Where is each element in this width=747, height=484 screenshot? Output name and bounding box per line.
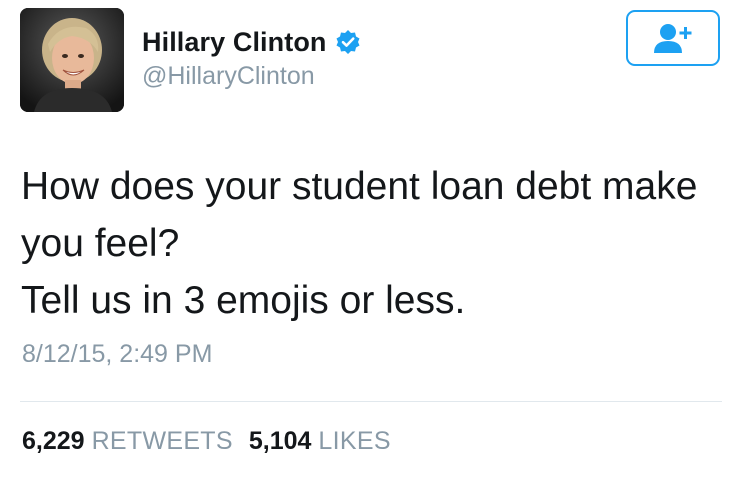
retweets-count: 6,229: [22, 427, 85, 455]
tweet-text-line: Tell us in 3 emojis or less.: [21, 279, 466, 322]
tweet-text: How does your student loan debt make you…: [21, 158, 731, 329]
follow-user-icon: [654, 24, 692, 53]
tweet-text-line: you feel?: [21, 222, 180, 265]
tweet-card: Hillary Clinton @HillaryClinton How does…: [0, 0, 747, 484]
tweet-timestamp[interactable]: 8/12/15, 2:49 PM: [22, 340, 212, 369]
author-name-row: Hillary Clinton: [142, 24, 361, 60]
tweet-text-line: How does your student loan debt make: [21, 165, 698, 208]
likes-label: LIKES: [318, 427, 391, 455]
author-name[interactable]: Hillary Clinton: [142, 27, 327, 58]
retweets-stat[interactable]: 6,229 RETWEETS: [22, 427, 233, 456]
likes-count: 5,104: [248, 427, 312, 455]
likes-stat[interactable]: 5,104 LIKES: [249, 427, 391, 456]
avatar-image: [20, 8, 124, 112]
author-info: Hillary Clinton @HillaryClinton: [142, 24, 361, 91]
avatar[interactable]: [20, 8, 124, 112]
follow-button[interactable]: [626, 10, 720, 66]
retweets-label: RETWEETS: [91, 427, 233, 455]
author-handle[interactable]: @HillaryClinton: [142, 62, 361, 91]
tweet-stats: 6,229 RETWEETS 5,104 LIKES: [22, 427, 407, 456]
divider: [20, 401, 722, 402]
verified-badge-icon: [335, 29, 361, 55]
